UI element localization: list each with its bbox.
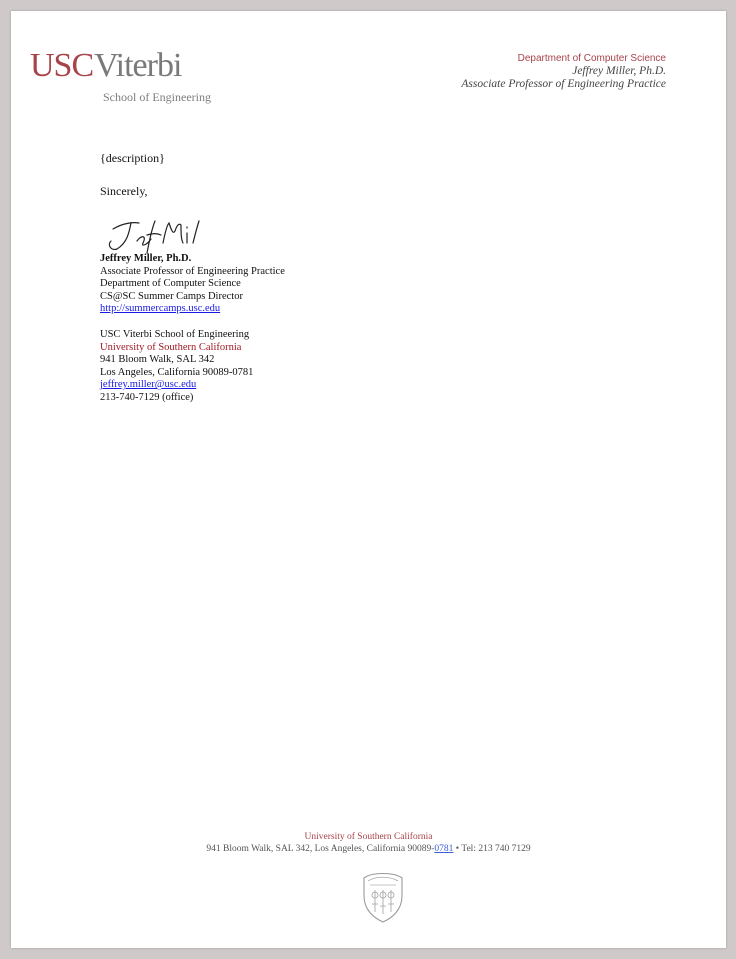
city-address: Los Angeles, California 90089-0781	[100, 366, 254, 378]
footer-address: 941 Bloom Walk, SAL 342, Los Angeles, Ca…	[206, 844, 435, 854]
logo-subtitle: School of Engineering	[103, 90, 211, 104]
footer-zip-suffix: 0781	[434, 844, 454, 854]
author-title: Associate Professor of Engineering Pract…	[461, 78, 666, 90]
footer-address-line: 941 Bloom Walk, SAL 342, Los Angeles, Ca…	[11, 843, 726, 855]
signer-role: CS@SC Summer Camps Director	[100, 290, 243, 302]
usc-viterbi-logo: USCViterbi	[30, 47, 182, 84]
email-link[interactable]: jeffrey.miller@usc.edu	[100, 379, 196, 390]
letter-closing: Sincerely,	[100, 184, 148, 198]
letter-page: USCViterbi School of Engineering Departm…	[11, 11, 726, 948]
university-name: University of Southern California	[100, 341, 242, 353]
signer-title: Associate Professor of Engineering Pract…	[100, 265, 285, 277]
signature-block: Jeffrey Miller, Ph.D. Associate Professo…	[100, 253, 285, 405]
signer-name: Jeffrey Miller, Ph.D.	[100, 253, 192, 264]
phone-number: 213-740-7129 (office)	[100, 391, 194, 403]
department-name: Department of Computer Science	[517, 53, 666, 64]
school-name: USC Viterbi School of Engineering	[100, 328, 250, 340]
letter-body: {description}	[100, 151, 165, 165]
footer-tel: Tel: 213 740 7129	[461, 844, 531, 854]
letterhead-contact: Department of Computer Science Jeffrey M…	[461, 52, 666, 91]
letter-footer: University of Southern California 941 Bl…	[11, 831, 726, 855]
street-address: 941 Bloom Walk, SAL 342	[100, 354, 215, 366]
author-name: Jeffrey Miller, Ph.D.	[572, 65, 666, 77]
website-link[interactable]: http://summercamps.usc.edu	[100, 303, 220, 314]
handwritten-signature	[108, 220, 200, 254]
usc-seal-icon	[363, 872, 403, 923]
logo-usc-text: USC	[30, 47, 94, 84]
signer-department: Department of Computer Science	[100, 278, 241, 290]
logo-viterbi-text: Viterbi	[94, 47, 182, 84]
footer-university: University of Southern California	[304, 832, 433, 842]
